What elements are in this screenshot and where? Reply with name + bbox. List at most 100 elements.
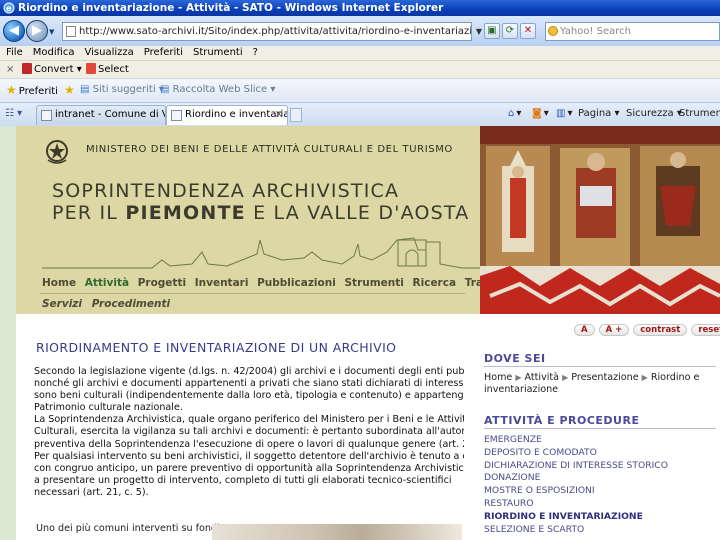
tab-intranet-label: intranet - Comune di Verona — [55, 109, 165, 120]
nav-progetti[interactable]: Progetti — [138, 277, 186, 289]
forward-arrow-icon: ▶ — [32, 23, 42, 38]
web-slice-label: Raccolta Web Slice — [172, 84, 268, 95]
site-title-line2: PER IL PIEMONTE E LA VALLE D'AOSTA — [52, 202, 470, 224]
nav-procedimenti[interactable]: Procedimenti — [92, 298, 170, 310]
activity-link-restauro[interactable]: RESTAURO — [484, 498, 668, 511]
internet-explorer-icon: e — [3, 2, 15, 14]
print-icon: ▥ — [556, 108, 566, 119]
article-line: La Soprintendenza Archivistica, quale or… — [34, 414, 464, 426]
pdf-icon — [22, 63, 32, 74]
activity-link-selezione[interactable]: SELEZIONE E SCARTO — [484, 524, 668, 537]
activity-link-emergenze[interactable]: EMERGENZE — [484, 434, 668, 447]
breadcrumb: Home ▶ Attività ▶ Presentazione ▶ Riordino e i… — [484, 372, 716, 396]
site-title-line1: SOPRINTENDENZA ARCHIVISTICA — [52, 180, 400, 202]
window-title: Riordino e inventariazione - Attività - … — [18, 2, 444, 14]
you-are-here-heading: DOVE SEI — [484, 352, 546, 365]
breadcrumb-attivita[interactable]: Attività — [525, 372, 560, 383]
tab-close-icon[interactable]: × — [275, 106, 283, 124]
article-line: nonché gli archivi e documenti appartene… — [34, 378, 464, 390]
article-line: sono beni culturali (indipendentemente d… — [34, 390, 464, 402]
back-button[interactable]: ◀ — [3, 20, 25, 42]
favorites-bar: ★ Preferiti ★ ▤ Siti suggeriti ▾ ▤ Raccol… — [0, 78, 720, 102]
nav-home[interactable]: Home — [42, 277, 76, 289]
select-button[interactable]: Select — [86, 61, 129, 78]
activity-link-dichiarazione[interactable]: DICHIARAZIONE DI INTERESSE STORICO — [484, 460, 668, 473]
menu-help[interactable]: ? — [248, 46, 263, 60]
add-favorite-icon[interactable]: ★ — [64, 79, 77, 103]
city-skyline-illustration — [42, 237, 486, 269]
activity-link-deposito[interactable]: DEPOSITO E COMODATO — [484, 447, 668, 460]
nav-servizi[interactable]: Servizi — [42, 298, 82, 310]
ministry-name: MINISTERO DEI BENI E DELLE ATTIVITÀ CULT… — [86, 144, 453, 155]
convert-label: Convert — [34, 64, 74, 75]
activity-link-donazione[interactable]: DONAZIONE — [484, 472, 668, 485]
fresco-header-image — [480, 126, 720, 314]
tab-riordino[interactable]: Riordino e inventariazion... × — [166, 105, 288, 125]
menu-file[interactable]: File — [0, 46, 28, 60]
right-sidebar: AA +contrastreset DOVE SEI Home ▶Attività… — [480, 314, 720, 540]
nav-inventari[interactable]: Inventari — [195, 277, 249, 289]
font-normal-button[interactable]: A — [574, 324, 595, 336]
history-dropdown-icon[interactable]: ▼ — [49, 28, 57, 36]
tab-intranet[interactable]: intranet - Comune di Verona — [36, 105, 166, 125]
menu-visualizza[interactable]: Visualizza — [80, 46, 139, 60]
menu-bar: File Modifica Visualizza Preferiti Strumenti… — [0, 46, 720, 60]
tab-page-icon — [171, 110, 182, 121]
article-photos-strip — [212, 524, 462, 540]
tools-menu[interactable]: Strumenti ▾ — [679, 103, 720, 125]
close-toolbar-icon[interactable]: × — [6, 61, 14, 78]
nav-pubblicazioni[interactable]: Pubblicazioni — [257, 277, 336, 289]
menu-preferiti[interactable]: Preferiti — [139, 46, 188, 60]
article-body: Secondo la legislazione vigente (d.lgs. … — [34, 366, 464, 499]
url-input[interactable]: http://www.sato-archivi.it/Sito/index.ph… — [62, 22, 472, 41]
quick-tabs-icon[interactable]: ☷ ▾ — [5, 108, 22, 119]
breadcrumb-presentazione[interactable]: Presentazione — [571, 372, 638, 383]
nav-divider — [40, 293, 465, 294]
forward-button[interactable]: ▶ — [26, 20, 48, 42]
suggested-sites-link[interactable]: ▤ Siti suggeriti ▾ — [80, 79, 164, 101]
accessibility-buttons: AA +contrastreset — [574, 324, 720, 336]
security-menu[interactable]: Sicurezza ▾ — [626, 103, 682, 125]
feeds-button[interactable]: ◙ ▾ — [532, 103, 549, 125]
article-line: Patrimonio culturale nazionale. — [34, 402, 183, 414]
addon-toolbar: × Convert ▾ Select — [0, 60, 720, 78]
nav-ricerca[interactable]: Ricerca — [413, 277, 457, 289]
menu-strumenti[interactable]: Strumenti — [188, 46, 248, 60]
window-titlebar[interactable]: e Riordino e inventariazione - Attività … — [0, 0, 720, 16]
menu-modifica[interactable]: Modifica — [28, 46, 80, 60]
reset-button[interactable]: reset — [691, 324, 720, 336]
article-title: RIORDINAMENTO E INVENTARIAZIONE DI UN AR… — [36, 340, 397, 355]
page-menu-label: Pagina — [578, 108, 612, 119]
article-line: Per qualsiasi intervento su beni archivi… — [34, 450, 464, 462]
new-tab-button[interactable] — [290, 108, 302, 122]
activity-link-riordino[interactable]: RIORDINO E INVENTARIAZIONE — [484, 511, 668, 524]
nav-attivita[interactable]: Attività — [85, 277, 129, 289]
url-text: http://www.sato-archivi.it/Sito/index.ph… — [79, 26, 472, 37]
page-menu[interactable]: Pagina ▾ — [578, 103, 620, 125]
page-viewport[interactable]: MINISTERO DEI BENI E DELLE ATTIVITÀ CULT… — [0, 126, 720, 540]
home-button[interactable]: ⌂ ▾ — [508, 103, 521, 125]
search-placeholder: Yahoo! Search — [560, 26, 631, 37]
breadcrumb-arrow-icon: ▶ — [562, 373, 569, 382]
nav-strumenti[interactable]: Strumenti — [344, 277, 403, 289]
italian-republic-emblem-icon — [46, 140, 68, 164]
convert-button[interactable]: Convert ▾ — [22, 61, 82, 78]
print-button[interactable]: ▥ ▾ — [556, 103, 572, 125]
search-input[interactable]: Yahoo! Search — [545, 22, 720, 41]
compatibility-icon[interactable]: ▣ — [484, 23, 500, 39]
breadcrumb-home[interactable]: Home — [484, 372, 512, 383]
web-slice-link[interactable]: ▤ Raccolta Web Slice ▾ — [160, 79, 275, 101]
security-menu-label: Sicurezza — [626, 108, 674, 119]
web-slice-icon: ▤ — [160, 84, 173, 95]
contrast-button[interactable]: contrast — [633, 324, 688, 336]
activity-link-mostre[interactable]: MOSTRE O ESPOSIZIONI — [484, 485, 668, 498]
page-icon — [66, 26, 76, 37]
site-header: MINISTERO DEI BENI E DELLE ATTIVITÀ CULT… — [16, 126, 537, 314]
main-navigation: Home Attività Progetti Inventari Pubblic… — [42, 277, 542, 289]
favorites-button[interactable]: ★ Preferiti — [6, 79, 58, 103]
font-larger-button[interactable]: A + — [598, 324, 630, 336]
tools-menu-label: Strumenti — [679, 108, 720, 119]
article-line: a presentare un progetto di intervento, … — [34, 474, 452, 486]
stop-icon[interactable]: ✕ — [520, 23, 536, 39]
refresh-icon[interactable]: ⟳ — [502, 23, 518, 39]
